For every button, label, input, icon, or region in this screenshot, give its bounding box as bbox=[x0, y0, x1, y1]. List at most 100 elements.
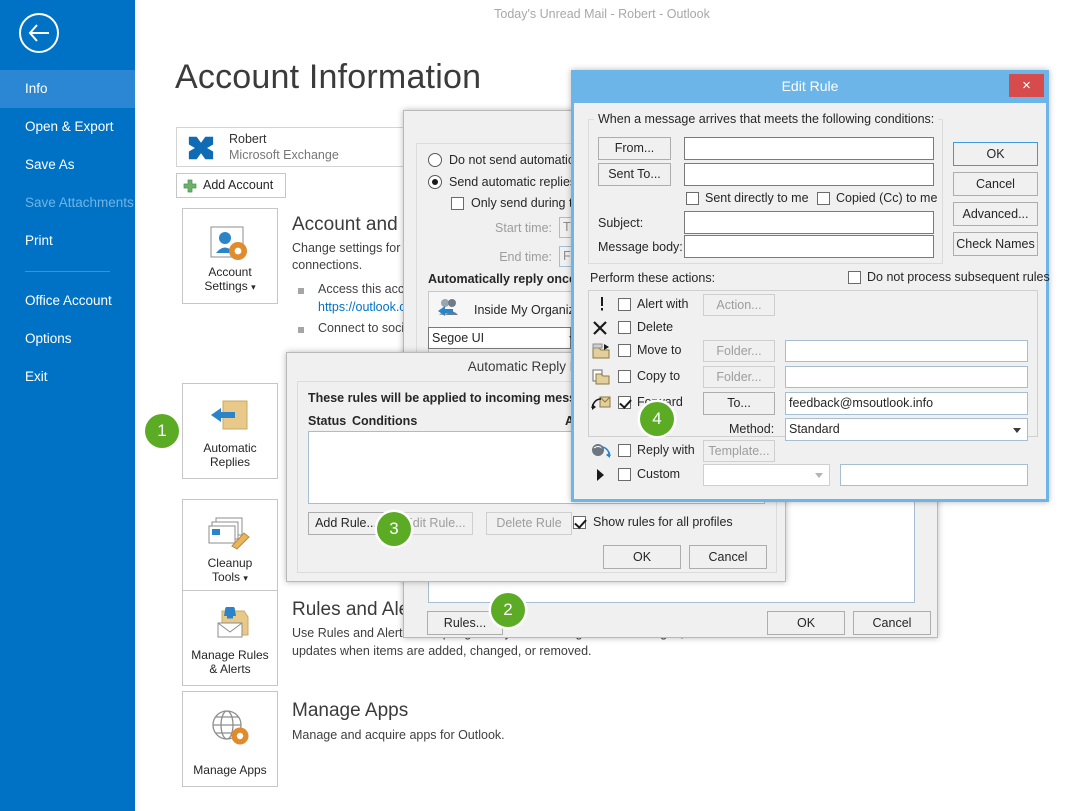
move-to-label: Move to bbox=[637, 343, 682, 357]
manage-rules-alerts-button[interactable]: Manage Rules & Alerts bbox=[182, 590, 278, 686]
sidebar-item-exit[interactable]: Exit bbox=[0, 358, 135, 396]
subject-field[interactable] bbox=[684, 211, 934, 234]
reply-with-checkbox[interactable] bbox=[618, 444, 631, 457]
custom-label: Custom bbox=[637, 467, 681, 481]
check-names-button[interactable]: Check Names bbox=[953, 232, 1038, 256]
sidebar-item-save-as[interactable]: Save As bbox=[0, 146, 135, 184]
edit-rule-dialog: Edit Rule × When a message arrives that … bbox=[571, 70, 1050, 502]
auto-replies-ok-button[interactable]: OK bbox=[767, 611, 845, 635]
sidebar-item-label: Print bbox=[25, 233, 53, 248]
add-account-button[interactable]: Add Account bbox=[176, 173, 287, 198]
edit-rule-cancel-button[interactable]: Cancel bbox=[953, 172, 1038, 196]
step-badge-1: 1 bbox=[145, 414, 179, 448]
sidebar-item-open-export[interactable]: Open & Export bbox=[0, 108, 135, 146]
end-time-label: End time: bbox=[499, 250, 552, 264]
custom-field[interactable] bbox=[840, 464, 1028, 486]
edit-rule-titlebar: Edit Rule × bbox=[571, 70, 1049, 103]
copied-cc-to-me-checkbox[interactable] bbox=[817, 192, 830, 205]
start-time-label: Start time: bbox=[495, 221, 552, 235]
cleanup-tools-label: Cleanup Tools ▾ bbox=[207, 556, 253, 584]
add-rule-button[interactable]: Add Rule... bbox=[308, 512, 384, 535]
do-not-process-checkbox[interactable] bbox=[848, 271, 861, 284]
close-icon[interactable]: × bbox=[1009, 74, 1044, 97]
page-title: Account Information bbox=[175, 58, 482, 96]
perform-actions-label: Perform these actions: bbox=[590, 271, 716, 285]
sent-to-field[interactable] bbox=[684, 163, 934, 186]
sidebar-item-options[interactable]: Options bbox=[0, 320, 135, 358]
delete-checkbox[interactable] bbox=[618, 321, 631, 334]
copy-to-label: Copy to bbox=[637, 369, 681, 383]
alert-with-label: Alert with bbox=[637, 297, 689, 311]
forward-to-field[interactable]: feedback@msoutlook.info bbox=[785, 392, 1028, 415]
manage-rules-alerts-label: Manage Rules & Alerts bbox=[191, 648, 269, 676]
sidebar-item-office-account[interactable]: Office Account bbox=[0, 282, 135, 320]
alert-action-button: Action... bbox=[703, 294, 775, 316]
manage-apps-heading: Manage Apps bbox=[292, 700, 409, 721]
forward-checkbox[interactable] bbox=[618, 396, 631, 409]
automatic-replies-label: Automatic Replies bbox=[203, 441, 257, 469]
backstage-sidebar: Info Open & Export Save As Save Attachme… bbox=[0, 0, 135, 811]
font-family-field[interactable]: Segoe UI bbox=[428, 327, 583, 349]
only-send-during-checkbox[interactable] bbox=[451, 197, 464, 210]
edit-rule-ok-button[interactable]: OK bbox=[953, 142, 1038, 166]
rules-cancel-button[interactable]: Cancel bbox=[689, 545, 767, 569]
sent-to-button[interactable]: Sent To... bbox=[598, 163, 671, 186]
forward-to-button[interactable]: To... bbox=[703, 392, 775, 415]
subject-label: Subject: bbox=[598, 216, 644, 230]
from-field[interactable] bbox=[684, 137, 934, 160]
rules-ok-button[interactable]: OK bbox=[603, 545, 681, 569]
sidebar-item-label: Office Account bbox=[25, 293, 112, 308]
manage-apps-button[interactable]: Manage Apps bbox=[182, 691, 278, 787]
custom-checkbox[interactable] bbox=[618, 468, 631, 481]
copy-to-checkbox[interactable] bbox=[618, 370, 631, 383]
sidebar-item-print[interactable]: Print bbox=[0, 222, 135, 260]
conditions-group-label: When a message arrives that meets the fo… bbox=[594, 112, 939, 126]
manage-apps-desc: Manage and acquire apps for Outlook. bbox=[292, 728, 505, 742]
chevron-down-icon bbox=[1013, 427, 1021, 433]
sidebar-item-info[interactable]: Info bbox=[0, 70, 135, 108]
delete-x-icon bbox=[593, 321, 607, 335]
alert-exclamation-icon bbox=[601, 297, 603, 311]
step-badge-4: 4 bbox=[640, 402, 674, 436]
move-to-folder-field[interactable] bbox=[785, 340, 1028, 362]
show-all-profiles-label: Show rules for all profiles bbox=[593, 515, 733, 529]
plus-icon bbox=[183, 179, 197, 193]
message-body-field[interactable] bbox=[684, 235, 934, 258]
rules-alerts-icon bbox=[217, 607, 249, 638]
sidebar-item-label: Info bbox=[25, 81, 48, 96]
reply-template-button: Template... bbox=[703, 440, 775, 462]
sidebar-item-label: Open & Export bbox=[25, 119, 114, 134]
account-settings-button[interactable]: Account Settings ▾ bbox=[182, 208, 278, 304]
account-settings-icon bbox=[210, 226, 247, 260]
automatic-replies-button[interactable]: Automatic Replies bbox=[182, 383, 278, 479]
send-automatic-replies-radio[interactable] bbox=[428, 175, 442, 189]
manage-apps-icon bbox=[212, 710, 249, 745]
message-body-label: Message body: bbox=[598, 240, 683, 254]
chevron-down-icon bbox=[815, 473, 823, 478]
edit-rule-body: When a message arrives that meets the fo… bbox=[574, 103, 1050, 499]
sent-directly-to-me-checkbox[interactable] bbox=[686, 192, 699, 205]
sidebar-divider bbox=[25, 271, 110, 272]
sent-directly-to-me-label: Sent directly to me bbox=[705, 191, 809, 205]
reply-template-icon bbox=[592, 444, 611, 458]
delete-label: Delete bbox=[637, 320, 674, 334]
copy-to-folder-field[interactable] bbox=[785, 366, 1028, 388]
advanced-button[interactable]: Advanced... bbox=[953, 202, 1038, 226]
account-type: Microsoft Exchange bbox=[229, 148, 339, 162]
alert-with-checkbox[interactable] bbox=[618, 298, 631, 311]
custom-dropdown bbox=[703, 464, 830, 486]
auto-replies-cancel-button[interactable]: Cancel bbox=[853, 611, 931, 635]
from-button[interactable]: From... bbox=[598, 137, 671, 160]
move-to-checkbox[interactable] bbox=[618, 344, 631, 357]
cleanup-tools-icon bbox=[208, 517, 250, 550]
method-dropdown[interactable]: Standard bbox=[785, 418, 1028, 441]
sidebar-item-label: Save Attachments bbox=[25, 195, 134, 210]
back-arrow-icon[interactable] bbox=[19, 13, 59, 53]
column-header-conditions: Conditions bbox=[352, 414, 418, 428]
cleanup-tools-button[interactable]: Cleanup Tools ▾ bbox=[182, 499, 278, 595]
delete-rule-button: Delete Rule bbox=[486, 512, 572, 535]
copied-cc-to-me-label: Copied (Cc) to me bbox=[836, 191, 938, 205]
show-all-profiles-checkbox[interactable] bbox=[573, 516, 586, 529]
copy-to-folder-button: Folder... bbox=[703, 366, 775, 388]
do-not-send-radio[interactable] bbox=[428, 153, 442, 167]
